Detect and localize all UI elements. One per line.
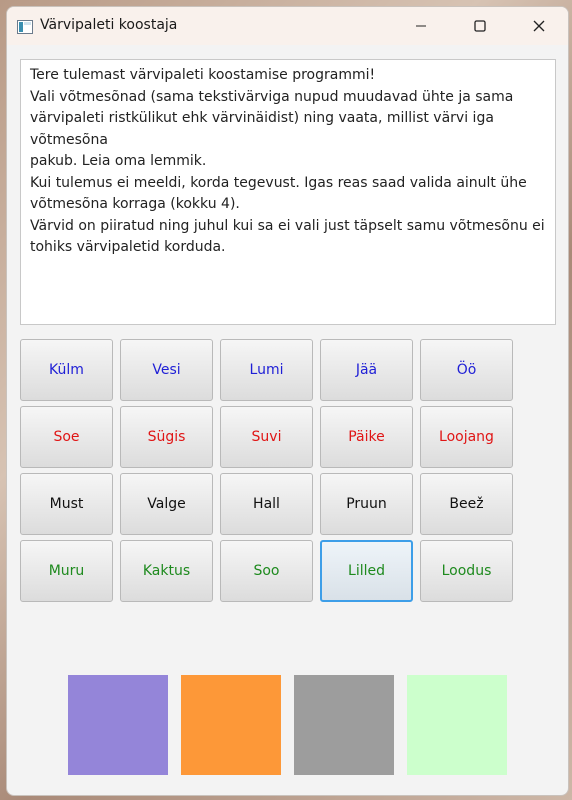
window-title: Värvipaleti koostaja <box>40 17 178 33</box>
keyword-button-loodus[interactable]: Loodus <box>420 540 513 602</box>
keyword-button-valge[interactable]: Valge <box>120 473 213 535</box>
keyword-button-jää[interactable]: Jää <box>320 339 413 401</box>
keyword-button-soo[interactable]: Soo <box>220 540 313 602</box>
keyword-button-vesi[interactable]: Vesi <box>120 339 213 401</box>
title-bar[interactable]: Värvipaleti koostaja <box>7 7 568 45</box>
app-window: Värvipaleti koostaja Tere tulemast värvi… <box>6 6 569 796</box>
keyword-button-kaktus[interactable]: Kaktus <box>120 540 213 602</box>
color-swatch-3 <box>294 675 394 775</box>
maximize-icon <box>474 20 486 32</box>
app-icon <box>17 19 33 34</box>
color-swatch-1 <box>68 675 168 775</box>
close-button[interactable] <box>510 7 568 45</box>
keyword-button-külm[interactable]: Külm <box>20 339 113 401</box>
keyword-button-soe[interactable]: Soe <box>20 406 113 468</box>
keyword-button-päike[interactable]: Päike <box>320 406 413 468</box>
keyword-button-öö[interactable]: Öö <box>420 339 513 401</box>
instructions-text-area[interactable]: Tere tulemast värvipaleti koostamise pro… <box>20 59 556 325</box>
keyword-button-hall[interactable]: Hall <box>220 473 313 535</box>
keyword-button-lilled[interactable]: Lilled <box>320 540 413 602</box>
keyword-button-beež[interactable]: Beež <box>420 473 513 535</box>
minimize-button[interactable] <box>392 7 450 45</box>
minimize-icon <box>416 25 426 27</box>
keyword-button-pruun[interactable]: Pruun <box>320 473 413 535</box>
keyword-button-sügis[interactable]: Sügis <box>120 406 213 468</box>
keyword-button-loojang[interactable]: Loojang <box>420 406 513 468</box>
maximize-button[interactable] <box>451 7 509 45</box>
keyword-button-must[interactable]: Must <box>20 473 113 535</box>
keyword-button-muru[interactable]: Muru <box>20 540 113 602</box>
keyword-button-lumi[interactable]: Lumi <box>220 339 313 401</box>
close-icon <box>533 20 545 32</box>
color-swatch-2 <box>181 675 281 775</box>
color-swatch-4 <box>407 675 507 775</box>
keyword-button-suvi[interactable]: Suvi <box>220 406 313 468</box>
